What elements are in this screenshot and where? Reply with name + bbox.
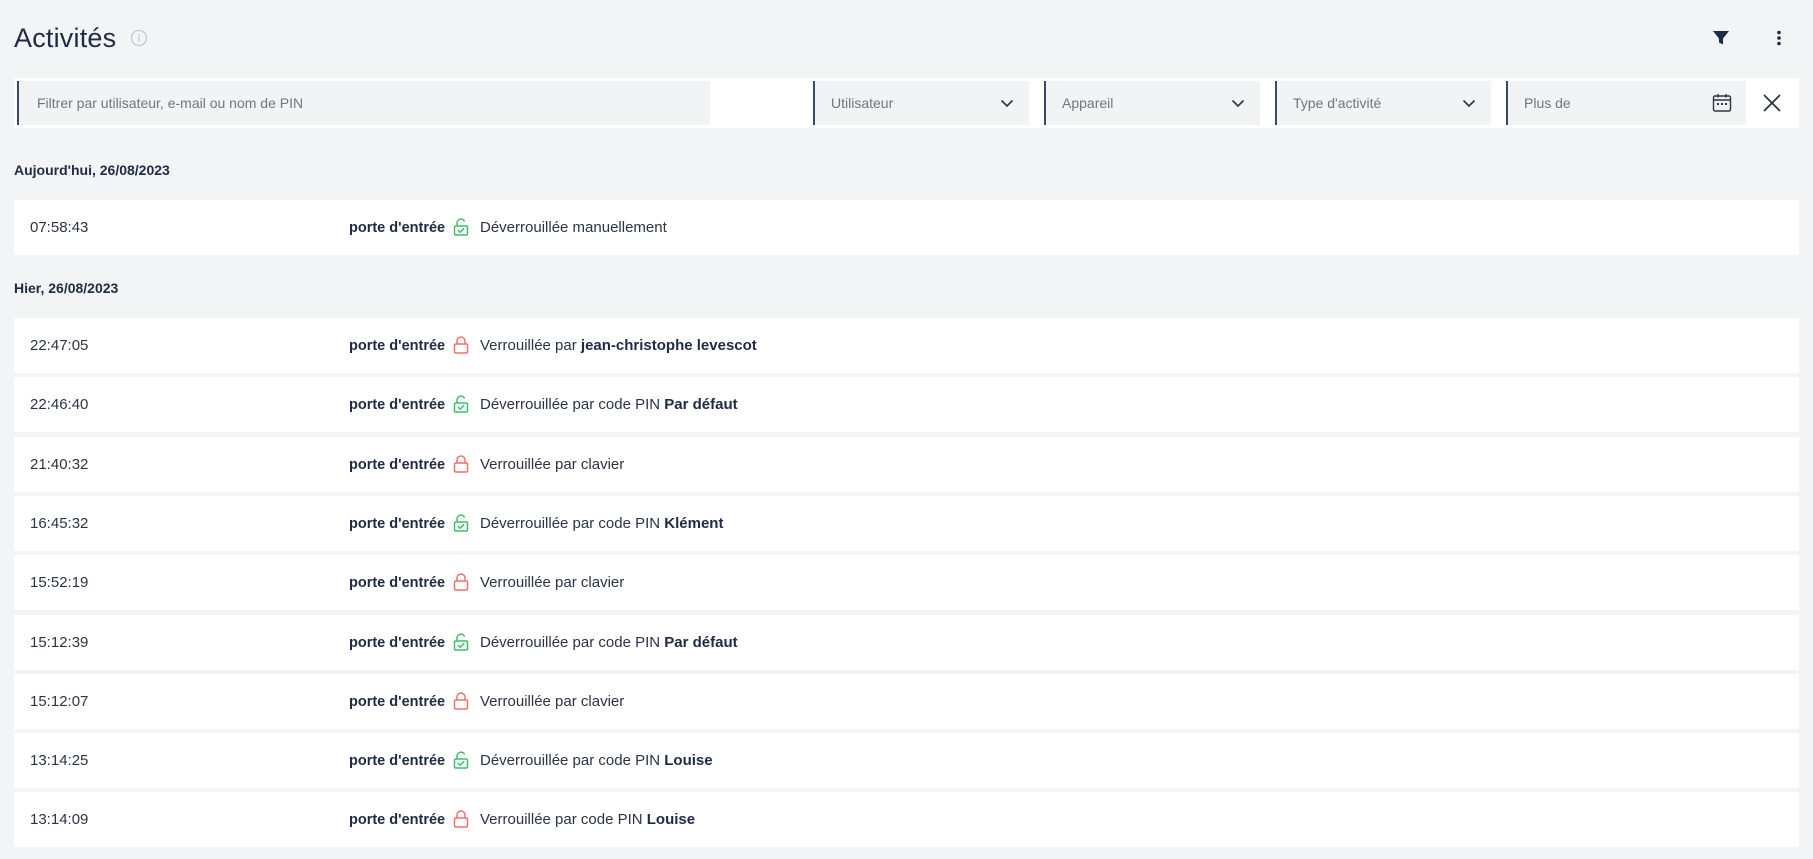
filter-icon[interactable] xyxy=(1709,26,1733,50)
activity-description: Déverrouillée par code PIN Louise xyxy=(480,752,713,769)
activity-row[interactable]: 13:14:09 porte d'entrée Verrouillée par co… xyxy=(14,792,1799,847)
activity-actor: Klément xyxy=(664,515,724,532)
activity-row[interactable]: 16:45:32 porte d'entrée Déverrouillée par … xyxy=(14,496,1799,551)
chevron-down-icon xyxy=(999,95,1015,111)
activity-device: porte d'entrée xyxy=(349,515,446,532)
activity-time: 13:14:25 xyxy=(30,752,89,769)
device-select-label: Appareil xyxy=(1062,95,1114,111)
activity-time: 16:45:32 xyxy=(30,515,89,532)
group-label: Aujourd'hui, 26/08/2023 xyxy=(14,162,170,178)
filter-bar: Utilisateur Appareil Type d'activité Plu… xyxy=(14,78,1799,128)
activity-device: porte d'entrée xyxy=(349,337,446,354)
activity-time: 21:40:32 xyxy=(30,456,89,473)
activity-action: Déverrouillée par code PIN xyxy=(480,752,661,769)
activity-description: Verrouillée par clavier xyxy=(480,693,624,710)
activity-action: Verrouillée par clavier xyxy=(480,456,625,473)
activity-actor: Par défaut xyxy=(664,634,738,651)
activity-description: Déverrouillée par code PIN Par défaut xyxy=(480,396,738,413)
lock-closed-icon xyxy=(451,335,471,355)
activity-actor: Par défaut xyxy=(664,396,738,413)
activity-row[interactable]: 22:47:05 porte d'entrée Verrouillée par je… xyxy=(14,318,1799,373)
calendar-icon[interactable] xyxy=(1712,93,1732,113)
activity-device: porte d'entrée xyxy=(349,574,446,591)
activity-row[interactable]: 21:40:32 porte d'entrée Verrouillée par cl… xyxy=(14,437,1799,492)
activity-device: porte d'entrée xyxy=(349,634,446,651)
activity-action: Déverrouillée par code PIN xyxy=(480,634,661,651)
activity-description: Déverrouillée manuellement xyxy=(480,219,667,236)
activity-action: Verrouillée par xyxy=(480,337,577,354)
activity-action: Verrouillée par code PIN xyxy=(480,811,643,828)
search-input[interactable] xyxy=(35,94,696,112)
activity-time: 22:47:05 xyxy=(30,337,89,354)
device-select[interactable]: Appareil xyxy=(1044,81,1260,125)
lock-open-check-icon xyxy=(451,750,471,770)
chevron-down-icon xyxy=(1230,95,1246,111)
activity-row[interactable]: 07:58:43 porte d'entrée Déverrouillée manu… xyxy=(14,200,1799,255)
group-label: Hier, 26/08/2023 xyxy=(14,280,119,296)
activity-time: 07:58:43 xyxy=(30,219,89,236)
lock-open-check-icon xyxy=(451,394,471,414)
date-picker[interactable]: Plus de xyxy=(1506,81,1746,125)
user-select[interactable]: Utilisateur xyxy=(813,81,1029,125)
lock-closed-icon xyxy=(451,572,471,592)
activity-time: 15:52:19 xyxy=(30,574,89,591)
lock-closed-icon xyxy=(451,454,471,474)
activity-device: porte d'entrée xyxy=(349,693,446,710)
activity-description: Déverrouillée par code PIN Par défaut xyxy=(480,634,738,651)
activity-time: 15:12:07 xyxy=(30,693,89,710)
activity-device: porte d'entrée xyxy=(349,396,446,413)
activity-action: Déverrouillée manuellement xyxy=(480,219,667,236)
activity-row[interactable]: 13:14:25 porte d'entrée Déverrouillée par … xyxy=(14,733,1799,788)
chevron-down-icon xyxy=(1461,95,1477,111)
activity-device: porte d'entrée xyxy=(349,811,446,828)
activity-device: porte d'entrée xyxy=(349,456,446,473)
lock-closed-icon xyxy=(451,809,471,829)
activity-action: Déverrouillée par code PIN xyxy=(480,515,661,532)
date-picker-label: Plus de xyxy=(1524,95,1571,111)
activity-action: Verrouillée par clavier xyxy=(480,693,625,710)
lock-open-check-icon xyxy=(451,632,471,652)
activity-type-select[interactable]: Type d'activité xyxy=(1275,81,1491,125)
activity-description: Verrouillée par jean-christophe levescot xyxy=(480,337,757,354)
activity-type-select-label: Type d'activité xyxy=(1293,95,1382,111)
activity-actor: Louise xyxy=(664,752,713,769)
activity-actor: Louise xyxy=(646,811,696,828)
activity-description: Verrouillée par clavier xyxy=(480,574,624,591)
search-field xyxy=(17,81,710,125)
lock-open-check-icon xyxy=(451,217,471,237)
activity-description: Déverrouillée par code PIN Klément xyxy=(480,515,723,532)
close-icon[interactable] xyxy=(1758,89,1786,117)
activity-row[interactable]: 22:46:40 porte d'entrée Déverrouillée par … xyxy=(14,377,1799,432)
activity-time: 13:14:09 xyxy=(30,811,89,828)
info-icon[interactable] xyxy=(130,29,148,47)
activity-device: porte d'entrée xyxy=(349,752,446,769)
activity-description: Verrouillée par clavier xyxy=(480,456,624,473)
activity-device: porte d'entrée xyxy=(349,219,446,236)
top-actions xyxy=(1709,26,1791,50)
activity-row[interactable]: 15:12:39 porte d'entrée Déverrouillée par … xyxy=(14,615,1799,670)
page-title: Activités xyxy=(14,22,117,53)
more-vertical-icon[interactable] xyxy=(1767,26,1791,50)
user-select-label: Utilisateur xyxy=(831,95,894,111)
activity-action: Verrouillée par clavier xyxy=(480,574,625,591)
activity-action: Déverrouillée par code PIN xyxy=(480,396,661,413)
activity-actor: jean-christophe levescot xyxy=(580,337,757,354)
activity-time: 15:12:39 xyxy=(30,634,89,651)
activity-row[interactable]: 15:52:19 porte d'entrée Verrouillée par cl… xyxy=(14,555,1799,610)
lock-open-check-icon xyxy=(451,513,471,533)
page-header: Activités xyxy=(14,18,148,58)
activity-description: Verrouillée par code PIN Louise xyxy=(480,811,695,828)
activity-time: 22:46:40 xyxy=(30,396,89,413)
activity-row[interactable]: 15:12:07 porte d'entrée Verrouillée par cl… xyxy=(14,674,1799,729)
lock-closed-icon xyxy=(451,691,471,711)
